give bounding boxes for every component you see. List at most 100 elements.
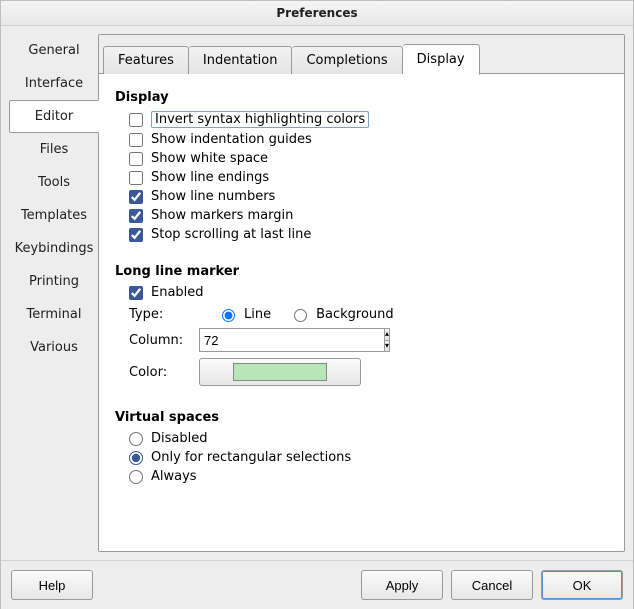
checkbox-line-numbers[interactable] xyxy=(129,190,143,204)
sidebar-item-templates[interactable]: Templates xyxy=(9,199,99,232)
tab-label: Indentation xyxy=(203,53,278,68)
checkbox-stop-scrolling[interactable] xyxy=(129,228,143,242)
tab-label: Display xyxy=(417,52,465,67)
radio-vs-disabled-wrap[interactable]: Disabled xyxy=(129,431,608,446)
help-button[interactable]: Help xyxy=(11,570,93,600)
sidebar-item-label: Editor xyxy=(35,109,73,124)
option-indentation-guides[interactable]: Show indentation guides xyxy=(129,132,608,147)
radio-label: Line xyxy=(244,307,271,322)
radio-label: Disabled xyxy=(151,431,207,446)
button-label: Apply xyxy=(386,578,419,593)
tab-display[interactable]: Display xyxy=(403,44,480,75)
radio-vs-always[interactable] xyxy=(129,470,143,484)
option-line-numbers[interactable]: Show line numbers xyxy=(129,189,608,204)
sidebar-item-various[interactable]: Various xyxy=(9,331,99,364)
tab-label: Features xyxy=(118,53,174,68)
option-long-line-enabled[interactable]: Enabled xyxy=(129,285,608,300)
group-title-long-line: Long line marker xyxy=(115,264,608,279)
radio-type-background-wrap[interactable]: Background xyxy=(289,306,394,322)
window-title: Preferences xyxy=(1,1,633,26)
group-title-display: Display xyxy=(115,90,608,105)
preferences-window: Preferences General Interface Editor Fil… xyxy=(0,0,634,609)
checkbox-markers-margin[interactable] xyxy=(129,209,143,223)
spin-buttons: ▴ ▾ xyxy=(384,328,390,352)
spin-column: ▴ ▾ xyxy=(199,328,359,352)
option-label: Show markers margin xyxy=(151,208,293,223)
button-label: OK xyxy=(573,578,592,593)
spin-up-button[interactable]: ▴ xyxy=(384,328,390,341)
option-label: Invert syntax highlighting colors xyxy=(151,111,369,128)
radio-type-background[interactable] xyxy=(294,309,307,322)
button-label: Cancel xyxy=(472,578,512,593)
row-long-line-column: Column: ▴ ▾ xyxy=(129,328,608,352)
group-title-virtual-spaces: Virtual spaces xyxy=(115,410,608,425)
sidebar-item-label: Tools xyxy=(38,175,70,190)
label-type: Type: xyxy=(129,307,199,322)
option-invert-colors[interactable]: Invert syntax highlighting colors xyxy=(129,111,608,128)
sidebar-item-label: Files xyxy=(40,142,69,157)
tab-label: Completions xyxy=(306,53,387,68)
color-button[interactable] xyxy=(199,358,361,386)
row-long-line-color: Color: xyxy=(129,358,608,386)
sidebar-item-label: Printing xyxy=(29,274,79,289)
checkbox-indentation-guides[interactable] xyxy=(129,133,143,147)
tab-completions[interactable]: Completions xyxy=(292,46,402,74)
sidebar-item-label: Interface xyxy=(25,76,83,91)
tab-indentation[interactable]: Indentation xyxy=(189,46,293,74)
input-column[interactable] xyxy=(199,328,384,352)
checkbox-invert-colors[interactable] xyxy=(129,113,143,127)
radio-vs-rectangular[interactable] xyxy=(129,451,143,465)
option-label: Show white space xyxy=(151,151,268,166)
row-long-line-type: Type: Line Background xyxy=(129,306,608,322)
ok-button[interactable]: OK xyxy=(541,570,623,600)
checkbox-line-endings[interactable] xyxy=(129,171,143,185)
apply-button[interactable]: Apply xyxy=(361,570,443,600)
label-column: Column: xyxy=(129,333,199,348)
radio-type-line[interactable] xyxy=(222,309,235,322)
radio-label: Always xyxy=(151,469,197,484)
option-label: Show indentation guides xyxy=(151,132,312,147)
sidebar-item-label: Keybindings xyxy=(15,241,94,256)
radio-vs-disabled[interactable] xyxy=(129,432,143,446)
option-line-endings[interactable]: Show line endings xyxy=(129,170,608,185)
radio-label: Only for rectangular selections xyxy=(151,450,351,465)
window-body: General Interface Editor Files Tools Tem… xyxy=(1,26,633,609)
radio-type-line-wrap[interactable]: Line xyxy=(217,306,271,322)
option-white-space[interactable]: Show white space xyxy=(129,151,608,166)
sidebar-item-label: Terminal xyxy=(27,307,82,322)
tab-bar: Features Indentation Completions Display xyxy=(99,35,624,74)
sidebar-item-keybindings[interactable]: Keybindings xyxy=(9,232,99,265)
option-label: Show line endings xyxy=(151,170,269,185)
radio-label: Background xyxy=(316,307,394,322)
radio-vs-always-wrap[interactable]: Always xyxy=(129,469,608,484)
radio-vs-rectangular-wrap[interactable]: Only for rectangular selections xyxy=(129,450,608,465)
main-area: General Interface Editor Files Tools Tem… xyxy=(1,26,633,560)
sidebar-item-printing[interactable]: Printing xyxy=(9,265,99,298)
sidebar-item-terminal[interactable]: Terminal xyxy=(9,298,99,331)
option-label: Enabled xyxy=(151,285,204,300)
option-label: Stop scrolling at last line xyxy=(151,227,311,242)
content-frame: Features Indentation Completions Display… xyxy=(98,34,625,552)
checkbox-long-line-enabled[interactable] xyxy=(129,286,143,300)
checkbox-white-space[interactable] xyxy=(129,152,143,166)
sidebar-item-interface[interactable]: Interface xyxy=(9,67,99,100)
sidebar-item-files[interactable]: Files xyxy=(9,133,99,166)
button-label: Help xyxy=(39,578,66,593)
sidebar-item-general[interactable]: General xyxy=(9,34,99,67)
sidebar-item-label: Various xyxy=(30,340,78,355)
sidebar-item-label: Templates xyxy=(21,208,87,223)
category-sidebar: General Interface Editor Files Tools Tem… xyxy=(9,34,99,552)
cancel-button[interactable]: Cancel xyxy=(451,570,533,600)
sidebar-item-label: General xyxy=(28,43,79,58)
label-color: Color: xyxy=(129,365,199,380)
color-swatch xyxy=(233,363,327,381)
option-stop-scrolling[interactable]: Stop scrolling at last line xyxy=(129,227,608,242)
sidebar-item-editor[interactable]: Editor xyxy=(9,100,99,133)
option-markers-margin[interactable]: Show markers margin xyxy=(129,208,608,223)
sidebar-item-tools[interactable]: Tools xyxy=(9,166,99,199)
spin-down-button[interactable]: ▾ xyxy=(384,341,390,353)
dialog-footer: Help Apply Cancel OK xyxy=(1,560,633,609)
tab-features[interactable]: Features xyxy=(103,46,189,74)
tab-body-display: Display Invert syntax highlighting color… xyxy=(99,74,624,551)
option-label: Show line numbers xyxy=(151,189,275,204)
